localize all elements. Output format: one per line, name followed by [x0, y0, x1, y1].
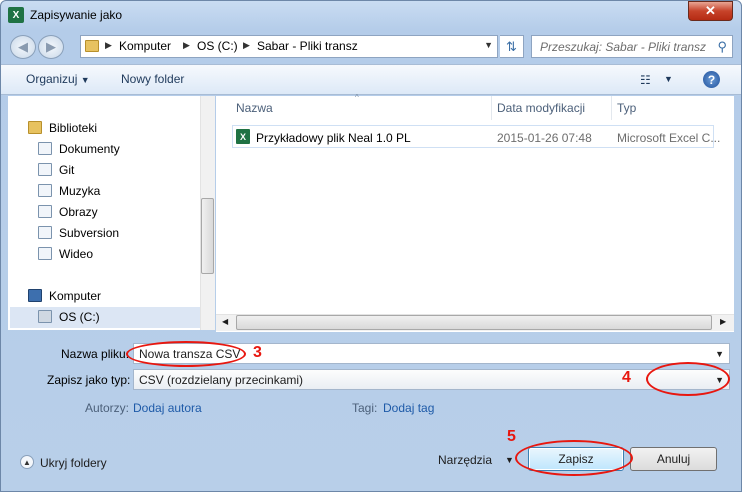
cancel-button[interactable]: Anuluj [630, 447, 717, 471]
breadcrumb-drive[interactable]: OS (C:) [197, 39, 238, 53]
save-type-label: Zapisz jako typ: [47, 373, 131, 387]
documents-icon [38, 142, 52, 155]
annotation-number-3: 3 [253, 344, 262, 361]
hide-folders-button[interactable]: Ukryj foldery [40, 456, 107, 470]
chevron-right-icon: ▶ [183, 40, 190, 50]
file-name-label: Nazwa pliku: [61, 347, 130, 361]
annotation-ellipse-save [515, 440, 633, 476]
nav-item-documents[interactable]: Dokumenty [59, 142, 120, 156]
save-type-value: CSV (rozdzielany przecinkami) [139, 373, 304, 387]
column-header-name[interactable]: Nazwa [236, 101, 273, 115]
add-author-link[interactable]: Dodaj autora [133, 401, 202, 415]
save-type-select[interactable]: CSV (rozdzielany przecinkami) ▼ [133, 369, 730, 390]
excel-file-icon: X [236, 129, 250, 144]
excel-icon: X [8, 7, 24, 23]
chevron-down-icon[interactable]: ▼ [505, 455, 514, 465]
address-bar[interactable]: ▶ Komputer ▶ OS (C:) ▶ Sabar - Pliki tra… [80, 35, 498, 58]
organize-label: Organizuj [26, 72, 78, 86]
nav-item-pictures[interactable]: Obrazy [59, 205, 98, 219]
annotation-number-4: 4 [622, 369, 631, 386]
video-icon [38, 247, 52, 260]
toolbar [1, 64, 741, 95]
arrow-left-icon: ◀ [18, 39, 28, 54]
libraries-icon [28, 121, 42, 134]
horizontal-scrollbar-thumb[interactable] [236, 315, 712, 330]
sort-ascending-icon: ^ [355, 93, 359, 102]
file-name[interactable]: Przykładowy plik Neal 1.0 PL [256, 131, 411, 145]
forward-button[interactable]: ▶ [38, 35, 64, 59]
file-type: Microsoft Excel C... [617, 131, 721, 145]
chevron-down-icon: ▼ [80, 75, 90, 85]
back-button[interactable]: ◀ [10, 35, 36, 59]
new-folder-button[interactable]: Nowy folder [121, 72, 184, 86]
nav-item-music[interactable]: Muzyka [59, 184, 100, 198]
organize-button[interactable]: Organizuj ▼ [26, 72, 90, 86]
column-header-modified[interactable]: Data modyfikacji [497, 101, 585, 115]
pictures-icon [38, 205, 52, 218]
subversion-icon [38, 226, 52, 239]
annotation-ellipse-type-dropdown [646, 362, 730, 396]
scroll-right-icon[interactable]: ▶ [720, 317, 726, 326]
refresh-icon: ⇅ [506, 38, 517, 54]
annotation-number-5: 5 [507, 428, 516, 445]
chevron-right-icon: ▶ [243, 40, 250, 50]
chevron-down-icon[interactable]: ▼ [664, 74, 673, 84]
drive-icon [38, 310, 52, 323]
arrow-right-icon: ▶ [46, 39, 56, 54]
breadcrumb-computer[interactable]: Komputer [119, 39, 171, 53]
search-placeholder: Przeszukaj: Sabar - Pliki transz [540, 40, 707, 54]
nav-scrollbar-thumb[interactable] [201, 198, 214, 274]
git-icon [38, 163, 52, 176]
nav-item-git[interactable]: Git [59, 163, 74, 177]
nav-item-libraries[interactable]: Biblioteki [49, 121, 97, 135]
window-title: Zapisywanie jako [30, 8, 123, 22]
help-icon[interactable]: ? [703, 71, 720, 88]
folder-icon [85, 40, 99, 52]
chevron-right-icon: ▶ [105, 40, 112, 50]
music-icon [38, 184, 52, 197]
refresh-button[interactable]: ⇅ [500, 35, 524, 58]
chevron-down-icon[interactable]: ▼ [715, 349, 724, 359]
close-button[interactable]: ✕ [688, 1, 733, 21]
authors-label: Autorzy: [85, 401, 130, 415]
nav-item-computer[interactable]: Komputer [49, 289, 101, 303]
nav-item-drive[interactable]: OS (C:) [59, 310, 100, 324]
annotation-ellipse-filename [126, 341, 246, 367]
scroll-left-icon[interactable]: ◀ [222, 317, 228, 326]
search-input[interactable]: Przeszukaj: Sabar - Pliki transz ⚲ [531, 35, 733, 58]
view-options-icon[interactable]: ☷ [640, 73, 651, 87]
tags-label: Tagi: [352, 401, 378, 415]
breadcrumb-folder[interactable]: Sabar - Pliki transz [257, 39, 358, 53]
search-icon[interactable]: ⚲ [717, 39, 727, 55]
column-divider[interactable] [491, 96, 492, 120]
file-modified: 2015-01-26 07:48 [497, 131, 592, 145]
chevron-up-icon[interactable]: ▲ [20, 455, 34, 469]
column-divider[interactable] [611, 96, 612, 120]
computer-icon [28, 289, 42, 302]
nav-item-subversion[interactable]: Subversion [59, 226, 119, 240]
tools-button[interactable]: Narzędzia [438, 453, 492, 467]
column-header-type[interactable]: Typ [617, 101, 636, 115]
add-tag-link[interactable]: Dodaj tag [383, 401, 434, 415]
chevron-down-icon[interactable]: ▼ [484, 40, 493, 50]
nav-item-video[interactable]: Wideo [59, 247, 93, 261]
